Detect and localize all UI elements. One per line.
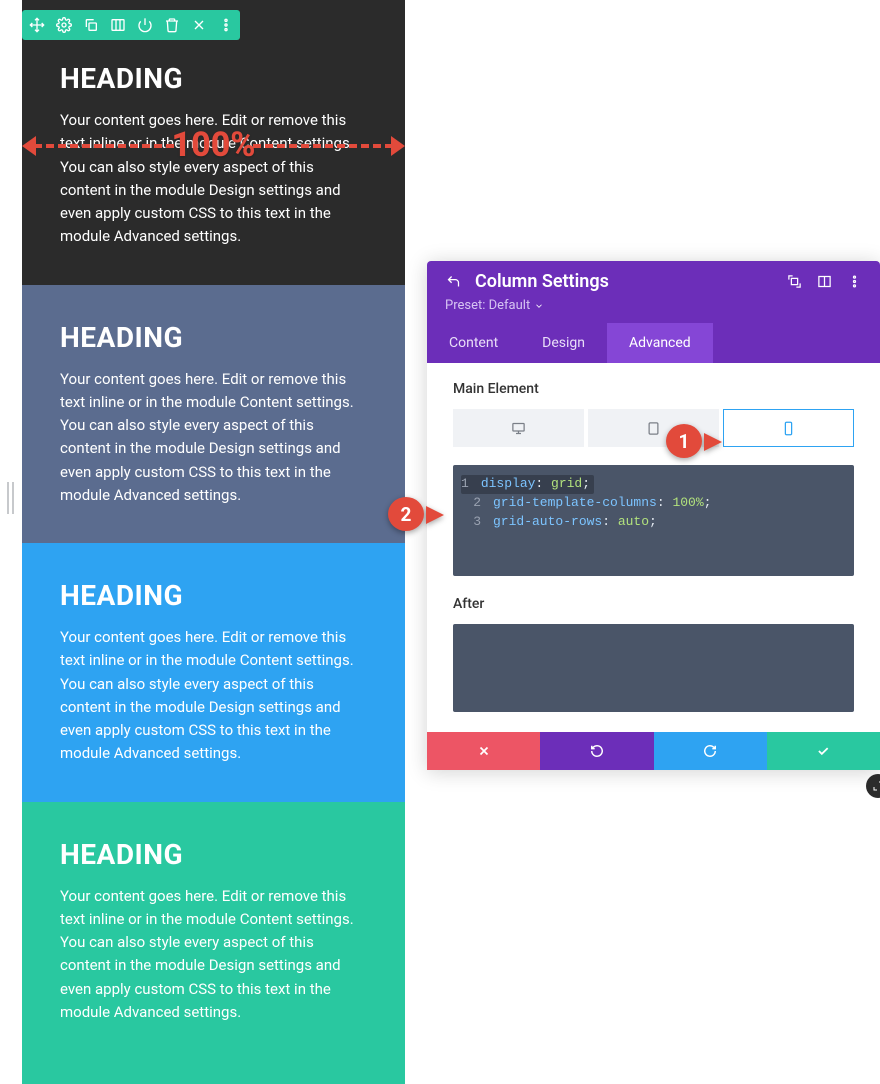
panel-footer [427, 732, 880, 770]
move-icon[interactable] [28, 17, 45, 34]
block-heading[interactable]: HEADING [60, 838, 367, 871]
tablet-icon [646, 421, 661, 436]
callout-2: 2 [388, 497, 436, 533]
tab-design[interactable]: Design [520, 323, 607, 363]
block-heading[interactable]: HEADING [60, 321, 367, 354]
content-block-2[interactable]: HEADING Your content goes here. Edit or … [22, 285, 405, 544]
module-toolbar [22, 10, 240, 40]
redo-button[interactable] [654, 732, 767, 770]
expand-icon[interactable] [786, 274, 802, 290]
panel-body: Main Element 1display: grid;2grid-templa… [427, 363, 880, 732]
save-button[interactable] [767, 732, 880, 770]
device-phone-tab[interactable] [723, 409, 854, 447]
panel-tabs: Content Design Advanced [427, 323, 880, 363]
undo-button[interactable] [540, 732, 653, 770]
phone-icon [781, 421, 796, 436]
device-tabs [453, 409, 854, 447]
cancel-button[interactable] [427, 732, 540, 770]
block-body[interactable]: Your content goes here. Edit or remove t… [60, 368, 367, 508]
panel-title: Column Settings [475, 271, 772, 292]
content-block-3[interactable]: HEADING Your content goes here. Edit or … [22, 543, 405, 802]
css-editor-main[interactable]: 1display: grid;2grid-template-columns: 1… [453, 465, 854, 576]
column-settings-panel: Column Settings Preset: Default Content … [427, 261, 880, 770]
gear-icon[interactable] [55, 17, 72, 34]
trash-icon[interactable] [163, 17, 180, 34]
snap-icon[interactable] [816, 274, 832, 290]
block-body[interactable]: Your content goes here. Edit or remove t… [60, 109, 367, 249]
columns-icon[interactable] [109, 17, 126, 34]
power-icon[interactable] [136, 17, 153, 34]
tab-content[interactable]: Content [427, 323, 520, 363]
back-icon[interactable] [445, 274, 461, 290]
more-icon[interactable] [846, 274, 862, 290]
duplicate-icon[interactable] [82, 17, 99, 34]
chevron-down-icon [534, 301, 544, 311]
preset-dropdown[interactable]: Preset: Default [445, 298, 544, 313]
after-label: After [453, 596, 854, 612]
block-heading[interactable]: HEADING [60, 62, 367, 95]
callout-1: 1 [666, 424, 714, 460]
preset-label: Preset: Default [445, 298, 530, 313]
preview-column: HEADING Your content goes here. Edit or … [22, 0, 405, 975]
block-body[interactable]: Your content goes here. Edit or remove t… [60, 626, 367, 766]
css-editor-after[interactable] [453, 624, 854, 712]
block-body[interactable]: Your content goes here. Edit or remove t… [60, 885, 367, 1025]
close-icon[interactable] [190, 17, 207, 34]
device-desktop-tab[interactable] [453, 409, 584, 447]
desktop-icon [511, 421, 526, 436]
tab-advanced[interactable]: Advanced [607, 323, 713, 363]
more-icon[interactable] [217, 17, 234, 34]
content-block-4[interactable]: HEADING Your content goes here. Edit or … [22, 802, 405, 1084]
content-block-1[interactable]: HEADING Your content goes here. Edit or … [22, 0, 405, 285]
resize-handle-left[interactable] [4, 478, 16, 518]
expand-corner-icon[interactable] [866, 774, 880, 798]
panel-header: Column Settings Preset: Default [427, 261, 880, 323]
main-element-label: Main Element [453, 381, 854, 397]
block-heading[interactable]: HEADING [60, 579, 367, 612]
